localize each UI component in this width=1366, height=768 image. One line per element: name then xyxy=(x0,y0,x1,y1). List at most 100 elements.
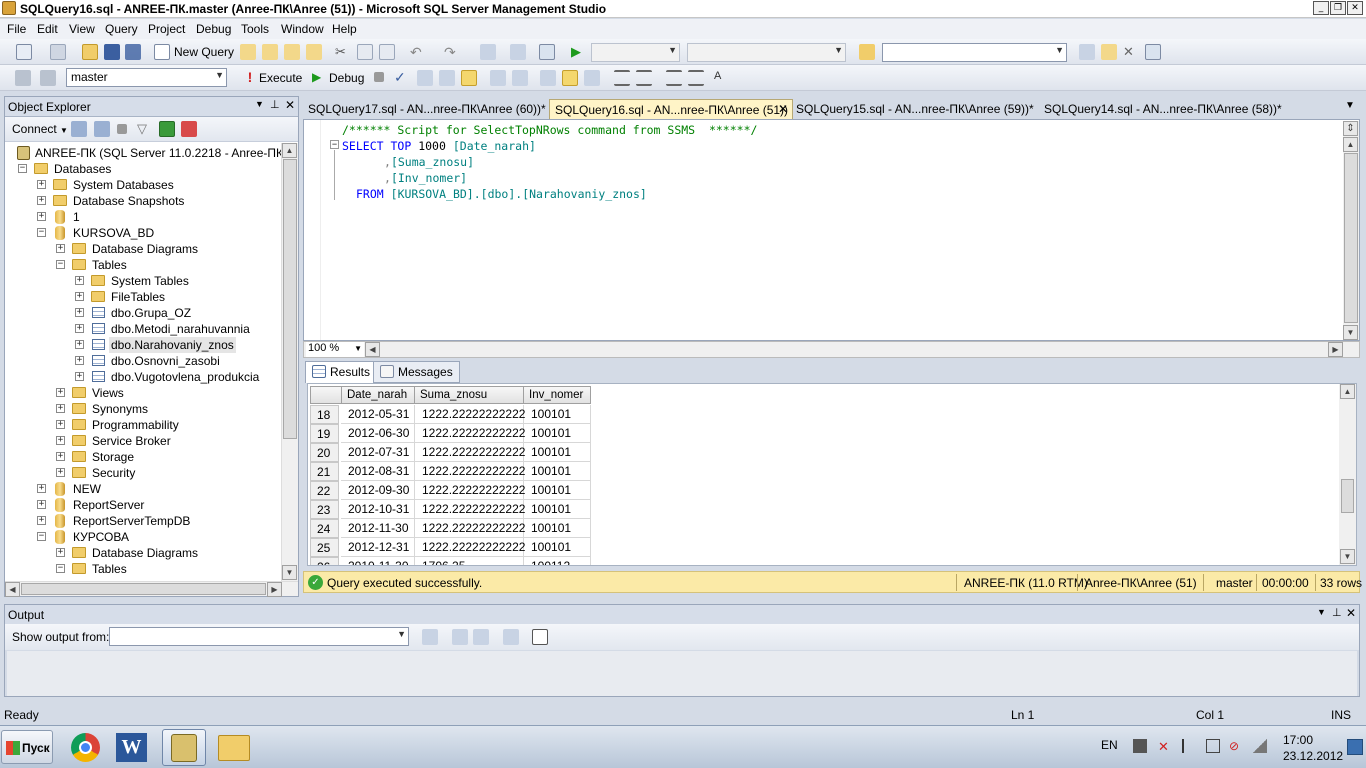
scroll-thumb[interactable] xyxy=(1344,153,1358,323)
scroll-down-icon[interactable]: ▼ xyxy=(1340,549,1355,564)
clear-all-icon[interactable] xyxy=(503,629,519,645)
find-in-files-icon[interactable] xyxy=(859,44,875,60)
redo-icon[interactable]: ↷ xyxy=(444,44,460,60)
tab-results[interactable]: Results xyxy=(305,361,378,383)
menu-tools[interactable]: Tools xyxy=(241,22,269,36)
action-center-icon[interactable] xyxy=(1133,739,1147,753)
save-all-icon[interactable] xyxy=(125,44,141,60)
execute-button[interactable]: Execute xyxy=(259,71,302,85)
cut-icon[interactable]: ✂ xyxy=(335,44,351,60)
add-item-icon[interactable] xyxy=(50,44,66,60)
open-file-icon[interactable] xyxy=(82,44,98,60)
scroll-up-icon[interactable]: ▲ xyxy=(282,143,297,158)
next-message-icon[interactable] xyxy=(473,629,489,645)
expand-icon[interactable]: + xyxy=(56,548,65,557)
refresh-icon[interactable] xyxy=(159,121,175,137)
sql-editor[interactable]: − /****** Script for SelectTopNRows comm… xyxy=(303,119,1360,341)
specify-template-values-icon[interactable]: A xyxy=(714,70,730,86)
expand-icon[interactable]: + xyxy=(56,468,65,477)
analysis-query-icon[interactable] xyxy=(262,44,278,60)
find-combo[interactable]: ▼ xyxy=(882,43,1067,62)
table-row[interactable]: 23 2012-10-31 1222.22222222222 100101 xyxy=(310,500,890,519)
mdx-query-icon[interactable] xyxy=(284,44,300,60)
activity-monitor-icon[interactable] xyxy=(181,121,197,137)
find-message-icon[interactable] xyxy=(422,629,438,645)
collapse-icon[interactable]: − xyxy=(37,228,46,237)
scroll-up-icon[interactable]: ▲ xyxy=(1343,137,1358,152)
collapse-icon[interactable]: − xyxy=(37,532,46,541)
close-panel-icon[interactable]: ✕ xyxy=(1346,606,1356,620)
scroll-right-icon[interactable]: ▶ xyxy=(1328,342,1343,357)
db-engine-query-icon[interactable] xyxy=(240,44,256,60)
expand-icon[interactable]: + xyxy=(75,292,84,301)
available-databases-combo[interactable]: master ▼ xyxy=(66,68,227,87)
menu-debug[interactable]: Debug xyxy=(196,22,231,36)
explorer-taskbar-button[interactable] xyxy=(212,729,256,766)
new-query-icon[interactable] xyxy=(154,44,170,60)
results-to-text-icon[interactable] xyxy=(562,70,578,86)
cancel-query-icon[interactable] xyxy=(374,72,384,82)
filter-icon[interactable]: ▽ xyxy=(137,121,153,137)
paste-icon[interactable] xyxy=(379,44,395,60)
zoom-combo[interactable]: 100 % ▼ xyxy=(306,342,364,357)
query-designer-icon[interactable] xyxy=(439,70,455,86)
expand-icon[interactable]: + xyxy=(75,324,84,333)
decrease-indent-icon[interactable] xyxy=(666,70,682,86)
chrome-taskbar-button[interactable] xyxy=(64,729,108,766)
solution-platform-combo[interactable]: ▼ xyxy=(687,43,846,62)
results-grid[interactable]: Date_narah Suma_znosu Inv_nomer 18 2012-0… xyxy=(307,383,1357,566)
expand-icon[interactable]: + xyxy=(56,420,65,429)
start-button[interactable]: Пуск xyxy=(1,730,53,764)
disconnect-icon[interactable] xyxy=(94,121,110,137)
clock-time[interactable]: 17:00 xyxy=(1283,733,1313,747)
expand-icon[interactable]: + xyxy=(56,436,65,445)
scroll-left-icon[interactable]: ◀ xyxy=(365,342,380,357)
expand-icon[interactable]: + xyxy=(56,388,65,397)
expand-icon[interactable]: + xyxy=(56,244,65,253)
expand-icon[interactable]: + xyxy=(56,452,65,461)
auto-hide-pin-icon[interactable]: ⊥ xyxy=(1332,606,1342,619)
window-position-icon[interactable]: ▼ xyxy=(255,99,264,109)
signal-icon[interactable] xyxy=(1253,739,1267,753)
table-row[interactable]: 22 2012-09-30 1222.22222222222 100101 xyxy=(310,481,890,500)
menu-edit[interactable]: Edit xyxy=(37,22,58,36)
estimated-plan-icon[interactable] xyxy=(417,70,433,86)
previous-message-icon[interactable] xyxy=(452,629,468,645)
expand-icon[interactable]: + xyxy=(75,308,84,317)
expand-icon[interactable]: + xyxy=(75,340,84,349)
column-header[interactable]: Date_narah xyxy=(341,386,415,404)
close-panel-icon[interactable]: ✕ xyxy=(285,98,295,112)
navigate-forward-icon[interactable] xyxy=(510,44,526,60)
comment-out-icon[interactable] xyxy=(614,70,630,86)
menu-file[interactable]: File xyxy=(7,22,26,36)
client-statistics-icon[interactable] xyxy=(540,70,556,86)
network-error-icon[interactable]: ✕ xyxy=(1158,739,1172,754)
menu-help[interactable]: Help xyxy=(332,22,357,36)
debug-icon[interactable]: ▶ xyxy=(312,70,328,86)
scroll-down-icon[interactable]: ▼ xyxy=(282,565,297,580)
expand-icon[interactable]: + xyxy=(75,356,84,365)
scroll-thumb[interactable] xyxy=(21,583,266,595)
volume-muted-icon[interactable]: ⊘ xyxy=(1229,739,1243,753)
output-body[interactable] xyxy=(7,651,1357,696)
execute-icon[interactable]: ! xyxy=(242,69,258,85)
table-row[interactable]: 20 2012-07-31 1222.22222222222 100101 xyxy=(310,443,890,462)
show-desktop-icon[interactable] xyxy=(1347,739,1363,755)
minimize-button[interactable]: _ xyxy=(1313,1,1329,15)
debug-button[interactable]: Debug xyxy=(329,71,364,85)
expand-icon[interactable]: + xyxy=(37,484,46,493)
expand-icon[interactable]: + xyxy=(37,500,46,509)
word-wrap-icon[interactable] xyxy=(532,629,548,645)
save-icon[interactable] xyxy=(104,44,120,60)
results-to-grid-icon[interactable] xyxy=(461,70,477,86)
table-row[interactable]: 18 2012-05-31 1222.22222222222 100101 xyxy=(310,405,890,424)
editor-vertical-scrollbar[interactable]: ⇕ ▲ ▼ xyxy=(1343,121,1359,340)
restore-button[interactable]: ❐ xyxy=(1330,1,1346,15)
grid-vertical-scrollbar[interactable]: ▲ ▼ xyxy=(1339,384,1356,565)
properties-icon[interactable]: ✕ xyxy=(1123,44,1139,60)
table-row[interactable]: 262010-11-301706.25100112 xyxy=(310,557,890,565)
stop-icon[interactable] xyxy=(117,124,127,134)
language-indicator[interactable]: EN xyxy=(1101,738,1118,752)
collapse-icon[interactable]: − xyxy=(56,260,65,269)
expand-icon[interactable]: + xyxy=(75,372,84,381)
